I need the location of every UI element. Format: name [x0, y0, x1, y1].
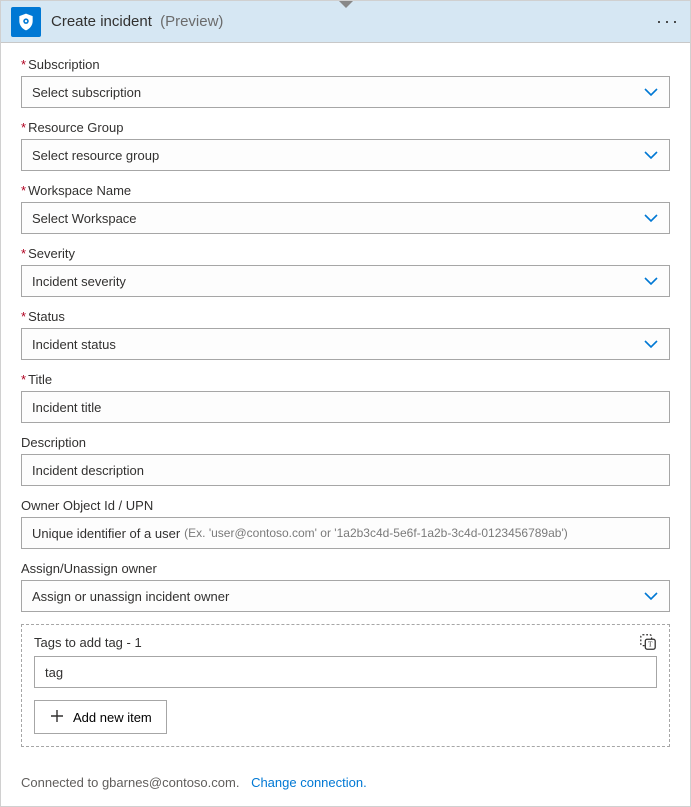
assign-select[interactable]: Assign or unassign incident owner: [21, 580, 670, 612]
description-value: Incident description: [32, 463, 144, 478]
severity-value: Incident severity: [32, 274, 126, 289]
sentinel-shield-icon: [11, 7, 41, 37]
form-body: *Subscription Select subscription *Resou…: [1, 43, 690, 775]
tags-label: Tags to add tag - 1: [34, 635, 657, 650]
switch-mode-icon[interactable]: T: [639, 633, 657, 654]
plus-icon: [49, 708, 65, 727]
header-caret-icon: [339, 1, 353, 8]
resource-group-select[interactable]: Select resource group: [21, 139, 670, 171]
assign-value: Assign or unassign incident owner: [32, 589, 229, 604]
title-label: *Title: [21, 372, 670, 387]
step-header: Create incident (Preview) ···: [1, 1, 690, 43]
severity-label: *Severity: [21, 246, 670, 261]
chevron-down-icon: [643, 84, 659, 100]
tag-input[interactable]: tag: [34, 656, 657, 688]
status-value: Incident status: [32, 337, 116, 352]
tag-value: tag: [45, 665, 63, 680]
resource-group-label: *Resource Group: [21, 120, 670, 135]
svg-text:T: T: [648, 641, 653, 649]
chevron-down-icon: [643, 336, 659, 352]
step-title: Create incident (Preview): [51, 13, 223, 30]
change-connection-link[interactable]: Change connection.: [251, 775, 367, 790]
add-button-label: Add new item: [73, 710, 152, 725]
status-select[interactable]: Incident status: [21, 328, 670, 360]
owner-label: Owner Object Id / UPN: [21, 498, 670, 513]
tags-container: Tags to add tag - 1 T tag Add new item: [21, 624, 670, 747]
subscription-value: Select subscription: [32, 85, 141, 100]
subscription-label: *Subscription: [21, 57, 670, 72]
resource-group-value: Select resource group: [32, 148, 159, 163]
title-input[interactable]: Incident title: [21, 391, 670, 423]
workspace-value: Select Workspace: [32, 211, 137, 226]
owner-value: Unique identifier of a user: [32, 526, 180, 541]
title-value: Incident title: [32, 400, 101, 415]
owner-hint: (Ex. 'user@contoso.com' or '1a2b3c4d-5e6…: [184, 526, 568, 540]
chevron-down-icon: [643, 210, 659, 226]
description-label: Description: [21, 435, 670, 450]
connection-footer: Connected to gbarnes@contoso.com. Change…: [1, 775, 690, 806]
assign-label: Assign/Unassign owner: [21, 561, 670, 576]
subscription-select[interactable]: Select subscription: [21, 76, 670, 108]
description-input[interactable]: Incident description: [21, 454, 670, 486]
owner-input[interactable]: Unique identifier of a user (Ex. 'user@c…: [21, 517, 670, 549]
connected-text: Connected to gbarnes@contoso.com.: [21, 775, 239, 790]
chevron-down-icon: [643, 273, 659, 289]
workspace-select[interactable]: Select Workspace: [21, 202, 670, 234]
status-label: *Status: [21, 309, 670, 324]
more-options-icon[interactable]: ···: [656, 11, 680, 32]
add-new-item-button[interactable]: Add new item: [34, 700, 167, 734]
chevron-down-icon: [643, 147, 659, 163]
severity-select[interactable]: Incident severity: [21, 265, 670, 297]
chevron-down-icon: [643, 588, 659, 604]
workspace-label: *Workspace Name: [21, 183, 670, 198]
